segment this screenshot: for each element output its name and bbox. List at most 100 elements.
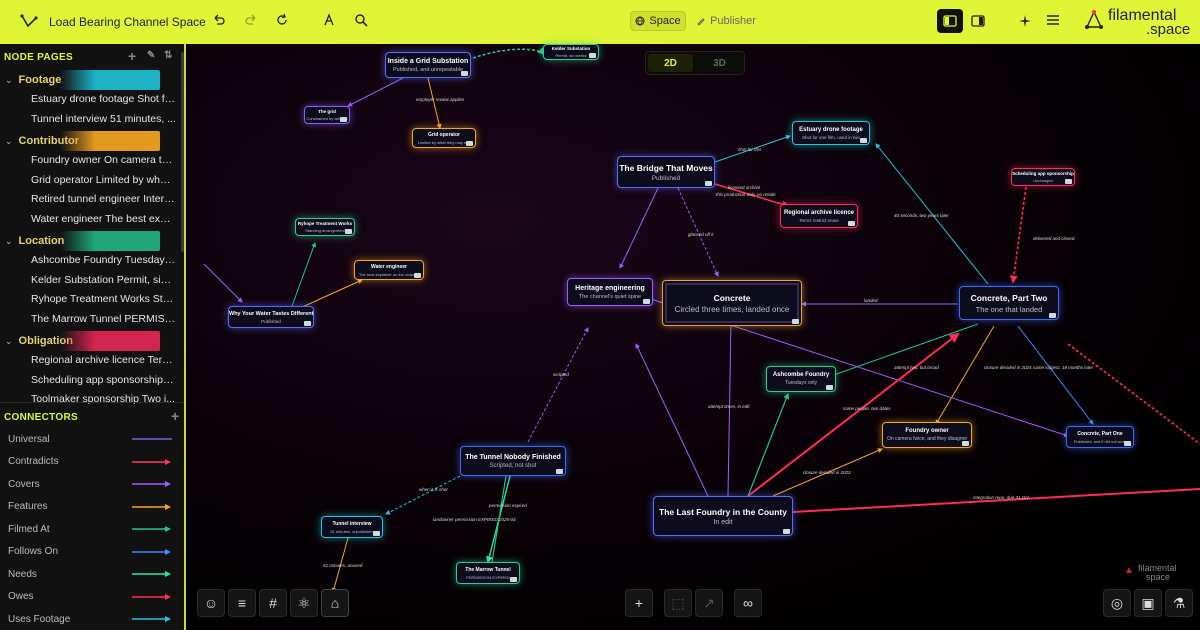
edge-whywater-ryhope	[291, 242, 316, 307]
sidebar-right-icon[interactable]	[971, 15, 985, 27]
node-waterbody[interactable]: Water engineer The best explainer on the …	[354, 260, 424, 280]
sidebar-page-item[interactable]: Kelder Substation Permit, six ...	[0, 271, 176, 291]
node-substation[interactable]: Inside a Grid Substation Published, and u…	[385, 52, 471, 78]
node-tunnelint[interactable]: Tunnel interview 51 minutes, unpublished	[321, 516, 383, 538]
hat-icon[interactable]: ⌂	[321, 589, 349, 617]
watermark-line2: space	[1146, 572, 1171, 582]
edge-label: attempt two, but broad	[894, 365, 939, 370]
sidebar-page-item[interactable]: Ryhope Treatment Works Sta...	[0, 290, 176, 310]
node-bridge[interactable]: The Bridge That Moves Published	[617, 156, 715, 188]
tab-publisher-label: Publisher	[710, 15, 756, 27]
sidebar-page-item[interactable]: Tunnel interview 51 minutes, ...	[0, 110, 176, 130]
edge-substation-gridop	[427, 77, 442, 129]
add-node-button[interactable]: +	[625, 589, 653, 617]
tab-space-label: Space	[649, 15, 681, 27]
connector-filmed-at[interactable]: Filmed At	[0, 518, 184, 541]
sparkle-icon[interactable]	[1019, 14, 1033, 28]
add-page-icon[interactable]: +	[128, 48, 136, 64]
flask-icon[interactable]: ⚗	[1165, 589, 1193, 617]
sidebar-group-footage[interactable]: ⌄ Footage	[0, 70, 184, 90]
graph-canvas[interactable]: Inside a Grid Substation Published, and u…	[188, 44, 1200, 630]
node-subtitle: The channel's quiet spine	[578, 293, 642, 300]
edge-label: glanced off it	[688, 232, 714, 237]
sidebar-page-item[interactable]: Ashcombe Foundry Tuesdays ...	[0, 251, 176, 271]
node-whywater[interactable]: Why Your Water Tastes Different Published	[228, 306, 314, 328]
mask-icon[interactable]: ☺	[197, 589, 225, 617]
frame-icon[interactable]: ⬚	[664, 589, 692, 617]
edge-concrete2-concrete1	[1017, 325, 1094, 425]
logo-hook-icon[interactable]	[18, 10, 40, 32]
tab-space[interactable]: Space	[630, 11, 686, 31]
node-heritage[interactable]: Heritage engineering The channel's quiet …	[567, 278, 653, 306]
sidebar-page-item[interactable]: Grid operator Limited by what ...	[0, 171, 176, 191]
view-3d-button[interactable]: 3D	[697, 54, 742, 72]
connector-features[interactable]: Features	[0, 496, 184, 519]
connector-uses-footage[interactable]: Uses Footage	[0, 608, 184, 630]
node-grid[interactable]: The grid Constrained by window	[304, 106, 350, 124]
connector-needs[interactable]: Needs	[0, 563, 184, 586]
node-estuary[interactable]: Estuary drone footage Shot for one film, …	[792, 121, 870, 145]
node-gridop[interactable]: Grid operator Limited by what they may sa…	[412, 128, 476, 148]
node-schedapp[interactable]: Scheduling app sponsorship Uncharged	[1011, 168, 1075, 186]
connector-contradicts[interactable]: Contradicts	[0, 451, 184, 474]
node-concrete[interactable]: Concrete Circled three times, landed once	[662, 280, 802, 326]
add-connector-icon[interactable]: +	[171, 408, 179, 424]
connectors-header: CONNECTORS +	[0, 406, 184, 428]
undo-icon[interactable]	[212, 13, 226, 27]
space-title[interactable]: Load Bearing Channel Space	[49, 15, 206, 29]
node-ashcombe[interactable]: Ashcombe Foundry Tuesdays only	[766, 366, 836, 392]
view-2d-button[interactable]: 2D	[648, 54, 693, 72]
align-icon[interactable]: ≡	[228, 589, 256, 617]
sidebar-group-obligation[interactable]: ⌄ Obligation	[0, 331, 184, 351]
node-concrete2[interactable]: Concrete, Part Two The one that landed	[959, 286, 1059, 320]
search-icon[interactable]	[354, 13, 368, 27]
connector-line-icon	[132, 503, 171, 510]
sidebar-page-item[interactable]: Water engineer The best expl...	[0, 210, 176, 230]
node-regional[interactable]: Regional archive licence Terms restrict r…	[780, 204, 858, 228]
node-kelder[interactable]: Kelder Substation Permit, six weeks	[543, 44, 599, 60]
left-panel-toggle[interactable]	[937, 9, 963, 33]
tab-publisher[interactable]: Publisher	[695, 11, 757, 31]
sidebar-page-item[interactable]: Regional archive licence Term...	[0, 351, 176, 371]
sidebar-page-item[interactable]: The Marrow Tunnel PERMISSI...	[0, 310, 176, 330]
fingerprint-icon[interactable]: ◎	[1103, 589, 1131, 617]
camera-icon[interactable]: ▣	[1134, 589, 1162, 617]
connector-universal[interactable]: Universal	[0, 428, 184, 451]
connector-owes[interactable]: Owes	[0, 586, 184, 609]
node-title: Regional archive licence	[783, 209, 855, 216]
link-icon[interactable]: ∞	[734, 589, 762, 617]
sidebar-group-contributor[interactable]: ⌄ Contributor	[0, 131, 184, 151]
connector-follows-on[interactable]: Follows On	[0, 541, 184, 564]
redo-icon[interactable]	[244, 13, 258, 27]
node-tunnel[interactable]: The Tunnel Nobody Finished Scripted, not …	[460, 446, 566, 476]
sidebar-page-item[interactable]: Foundry owner On camera twi...	[0, 151, 176, 171]
sidebar-page-item[interactable]: Scheduling app sponsorship D...	[0, 371, 176, 391]
canvas-watermark: ▲ filamental space	[1124, 564, 1177, 582]
node-lastfoundry[interactable]: The Last Foundry in the County In edit	[653, 496, 793, 536]
chevron-down-icon[interactable]: ⌄	[5, 336, 13, 347]
hash-icon[interactable]: #	[259, 589, 287, 617]
chevron-down-icon[interactable]: ⌄	[5, 75, 13, 86]
chevron-down-icon[interactable]: ⌄	[5, 236, 13, 247]
menu-icon[interactable]	[1047, 15, 1059, 25]
node-badge-icon	[304, 321, 311, 326]
edit-pages-icon[interactable]: ✎	[147, 50, 156, 61]
sidebar-page-item[interactable]: Retired tunnel engineer Interv...	[0, 190, 176, 210]
node-foundryowner[interactable]: Foundry owner On camera twice, and they d…	[882, 422, 972, 448]
node-badge-icon	[860, 138, 867, 143]
node-title: The Bridge That Moves	[619, 162, 713, 173]
arrow-tool-icon[interactable]: ↗	[695, 589, 723, 617]
node-concrete1[interactable]: Concrete, Part One Published, and it did …	[1066, 426, 1134, 448]
sidebar-page-item[interactable]: Estuary drone footage Shot fo...	[0, 90, 176, 110]
connector-covers[interactable]: Covers	[0, 473, 184, 496]
node-ryhope[interactable]: Ryhope Treatment Works Standing arrangeme…	[295, 218, 355, 236]
edge-substation-grid	[347, 77, 404, 107]
refresh-icon[interactable]	[275, 13, 289, 27]
atom-icon[interactable]: ⚛	[290, 589, 318, 617]
sort-pages-icon[interactable]: ⇅	[164, 50, 173, 61]
sidebar-scrollbar[interactable]	[181, 52, 184, 252]
chevron-down-icon[interactable]: ⌄	[5, 136, 13, 147]
font-icon[interactable]	[322, 13, 336, 27]
node-marrow[interactable]: The Marrow Tunnel PERMISSION EXPIRED	[456, 562, 520, 584]
sidebar-group-location[interactable]: ⌄ Location	[0, 231, 184, 251]
